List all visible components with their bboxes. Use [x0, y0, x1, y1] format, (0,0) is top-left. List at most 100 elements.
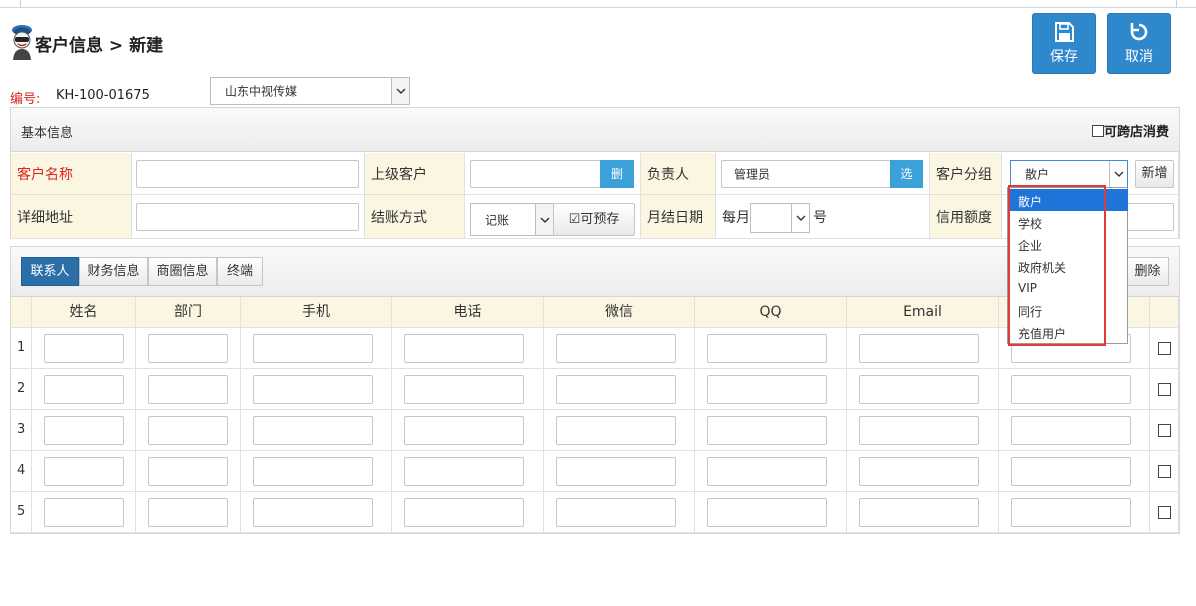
tab-business-area[interactable]: 商圈信息: [148, 257, 217, 286]
contact-field-input[interactable]: [556, 498, 676, 527]
contact-field-input[interactable]: [556, 375, 676, 404]
group-option-label: 政府机关: [1018, 261, 1067, 275]
contact-field-input[interactable]: [404, 416, 524, 445]
contact-field-input[interactable]: [253, 498, 373, 527]
contact-extra-input[interactable]: [1011, 498, 1131, 527]
row-checkbox[interactable]: [1158, 383, 1171, 396]
group-option[interactable]: VIP: [1009, 277, 1128, 299]
tab-contacts[interactable]: 联系人: [21, 257, 79, 286]
customer-name-cell: [132, 153, 365, 195]
cross-store-checkbox[interactable]: 可跨店消费: [1091, 121, 1169, 140]
contact-field-input[interactable]: [707, 498, 827, 527]
group-option-label: 学校: [1018, 217, 1043, 231]
contact-field-input[interactable]: [44, 457, 124, 486]
chevron-down-icon: [1109, 161, 1127, 187]
cancel-button[interactable]: 取消: [1107, 13, 1171, 74]
tab-terminal[interactable]: 终端: [217, 257, 263, 286]
contact-field-input[interactable]: [148, 498, 228, 527]
contact-field-input[interactable]: [148, 416, 228, 445]
contact-field-input[interactable]: [556, 457, 676, 486]
table-cell: [136, 410, 241, 451]
contact-field-input[interactable]: [148, 334, 228, 363]
customer-name-input[interactable]: [136, 160, 359, 188]
group-option[interactable]: 充值用户: [1009, 321, 1128, 343]
contact-field-input[interactable]: [859, 457, 979, 486]
contact-field-input[interactable]: [707, 375, 827, 404]
contact-field-input[interactable]: [707, 416, 827, 445]
contact-field-input[interactable]: [707, 457, 827, 486]
group-select[interactable]: 散户: [1010, 160, 1128, 188]
row-checkbox[interactable]: [1158, 424, 1171, 437]
row-number: 1: [17, 340, 26, 355]
contact-field-input[interactable]: [148, 375, 228, 404]
table-cell: [241, 492, 392, 533]
tab-finance[interactable]: 财务信息: [79, 257, 148, 286]
group-option[interactable]: 学校: [1009, 211, 1128, 233]
contact-field-input[interactable]: [253, 416, 373, 445]
contact-field-input[interactable]: [253, 375, 373, 404]
page-title: 客户信息 > 新建: [35, 36, 164, 56]
address-label: 详细地址: [17, 209, 73, 226]
contact-field-input[interactable]: [707, 334, 827, 363]
customer-name-label-cell: 客户名称: [11, 153, 132, 195]
contact-field-input[interactable]: [404, 457, 524, 486]
contact-field-input[interactable]: [253, 334, 373, 363]
settle-select[interactable]: 记账: [470, 203, 554, 236]
row-checkbox[interactable]: [1158, 506, 1171, 519]
contact-field-input[interactable]: [404, 498, 524, 527]
row-number-cell: 5: [11, 492, 32, 533]
settle-value: 记账: [485, 213, 510, 227]
save-button[interactable]: 保存: [1032, 13, 1096, 74]
monthly-day-select[interactable]: [750, 203, 810, 233]
address-input[interactable]: [136, 203, 359, 231]
contact-field-input[interactable]: [404, 334, 524, 363]
monthly-label-cell: 月结日期: [641, 195, 716, 239]
row-checkbox[interactable]: [1158, 465, 1171, 478]
store-select[interactable]: 山东中视传媒: [210, 77, 410, 105]
contact-field-input[interactable]: [404, 375, 524, 404]
table-cell: [695, 369, 847, 410]
contact-extra-input[interactable]: [1011, 457, 1131, 486]
contact-field-input[interactable]: [253, 457, 373, 486]
parent-customer-input[interactable]: [470, 160, 601, 188]
contact-field-input[interactable]: [44, 375, 124, 404]
top-divider: [1176, 0, 1177, 8]
contact-field-input[interactable]: [44, 416, 124, 445]
contact-field-input[interactable]: [859, 334, 979, 363]
contact-field-input[interactable]: [556, 334, 676, 363]
table-cell: [544, 410, 695, 451]
table-cell: [32, 451, 136, 492]
table-cell: [847, 328, 999, 369]
group-option[interactable]: 同行: [1009, 299, 1128, 321]
contact-field-input[interactable]: [859, 498, 979, 527]
table-row-select-cell: [1150, 369, 1179, 410]
group-add-button[interactable]: 新增: [1135, 160, 1174, 188]
contact-field-input[interactable]: [859, 416, 979, 445]
contact-field-input[interactable]: [148, 457, 228, 486]
prestore-checkbox[interactable]: ☑可预存: [553, 203, 635, 236]
group-option-label: 同行: [1018, 305, 1043, 319]
table-cell: [32, 410, 136, 451]
row-checkbox[interactable]: [1158, 342, 1171, 355]
row-number-cell: 4: [11, 451, 32, 492]
group-option[interactable]: 政府机关: [1009, 255, 1128, 277]
table-cell: [544, 492, 695, 533]
group-option[interactable]: 散户: [1009, 189, 1128, 211]
contact-extra-input[interactable]: [1011, 375, 1131, 404]
monthly-prefix: 每月: [722, 210, 750, 226]
checkbox-icon: [1091, 125, 1104, 137]
delete-row-button[interactable]: 删除: [1126, 257, 1169, 286]
owner-choose-button[interactable]: 选: [890, 160, 923, 188]
parent-customer-label: 上级客户: [371, 166, 427, 183]
group-option[interactable]: 企业: [1009, 233, 1128, 255]
contact-field-input[interactable]: [859, 375, 979, 404]
contact-extra-input[interactable]: [1011, 416, 1131, 445]
owner-input[interactable]: 管理员: [721, 160, 896, 188]
contact-field-input[interactable]: [44, 498, 124, 527]
table-cell: [241, 410, 392, 451]
parent-delete-button[interactable]: 删: [600, 160, 634, 188]
group-option-label: 充值用户: [1018, 327, 1067, 341]
contact-field-input[interactable]: [556, 416, 676, 445]
contact-field-input[interactable]: [44, 334, 124, 363]
table-cell: [695, 328, 847, 369]
